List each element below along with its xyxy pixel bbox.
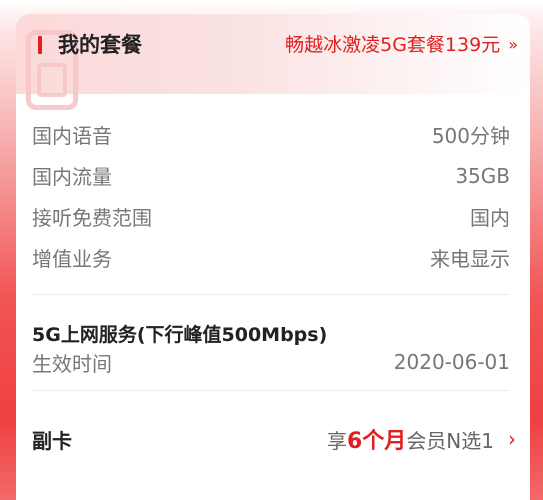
section-divider — [32, 390, 510, 391]
vice-card-promo[interactable]: 享 6个月 会员N选1 › — [327, 423, 516, 455]
detail-label: 国内语音 — [32, 124, 112, 148]
section-divider — [32, 294, 510, 295]
detail-label: 接听免费范围 — [32, 206, 152, 230]
detail-value: 35GB — [455, 163, 510, 188]
page-title: 我的套餐 — [58, 33, 142, 57]
sim-chip — [37, 63, 67, 97]
detail-label: 增值业务 — [32, 247, 112, 271]
plan-name-label: 畅越冰激凌5G套餐139元 — [285, 34, 501, 56]
promo-prefix: 享 — [327, 428, 347, 453]
vice-card-row[interactable]: 副卡 享 6个月 会员N选1 › — [32, 422, 516, 456]
plan-header: 我的套餐 畅越冰激凌5G套餐139元 » — [16, 14, 530, 110]
promo-suffix: 会员N选1 — [406, 428, 494, 453]
effective-date-row: 生效时间 2020-06-01 — [32, 346, 510, 378]
detail-row-voice: 国内语音 500分钟 — [32, 114, 510, 155]
detail-label: 国内流量 — [32, 165, 112, 189]
service-title: 5G上网服务(下行峰值500Mbps) — [32, 324, 328, 346]
promo-highlight: 6个月 — [347, 429, 407, 454]
vice-card-label: 副卡 — [32, 428, 72, 453]
detail-row-free-range: 接听免费范围 国内 — [32, 196, 510, 237]
detail-value: 500分钟 — [431, 124, 510, 148]
double-chevron-right-icon: » — [508, 35, 518, 54]
detail-row-data: 国内流量 35GB — [32, 155, 510, 196]
plan-card: 我的套餐 畅越冰激凌5G套餐139元 » 国内语音 500分钟 国内流量 35G… — [16, 14, 530, 500]
detail-row-value-added: 增值业务 来电显示 — [32, 237, 510, 278]
detail-value: 来电显示 — [430, 247, 510, 271]
plan-name-link[interactable]: 畅越冰激凌5G套餐139元 » — [285, 30, 518, 60]
effective-label: 生效时间 — [32, 351, 112, 376]
effective-date: 2020-06-01 — [393, 350, 510, 374]
plan-details-list: 国内语音 500分钟 国内流量 35GB 接听免费范围 国内 增值业务 来电显示 — [32, 114, 510, 278]
detail-value: 国内 — [470, 206, 510, 230]
title-accent-bar — [38, 36, 42, 54]
chevron-right-icon: › — [508, 427, 516, 451]
